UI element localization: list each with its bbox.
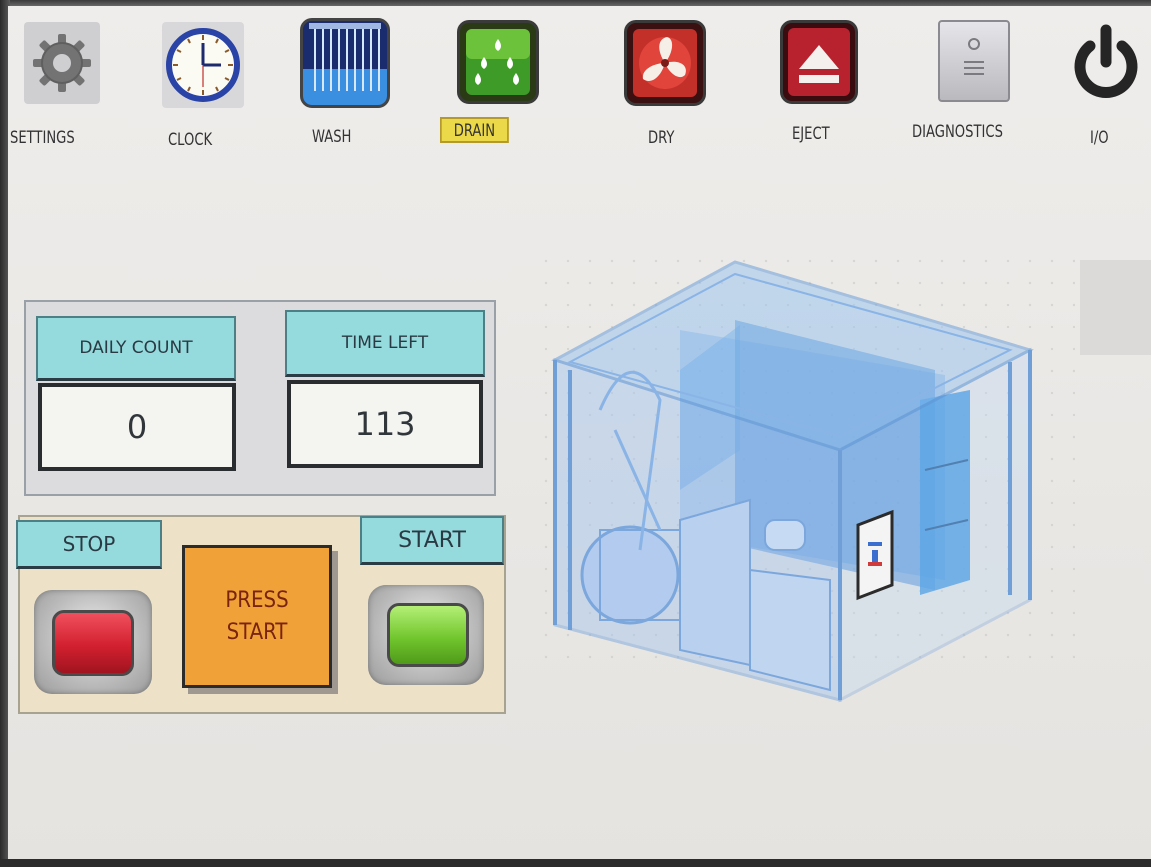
status-display: PRESS START xyxy=(182,545,332,688)
status-line-1: PRESS xyxy=(225,587,289,613)
power-label: I/O xyxy=(1090,128,1109,148)
eject-icon xyxy=(780,20,858,104)
machine-illustration xyxy=(551,260,1034,703)
gear-icon xyxy=(24,22,100,104)
daily-count-value: 0 xyxy=(38,383,236,471)
time-left-header: TIME LEFT xyxy=(285,310,485,377)
stop-button[interactable] xyxy=(52,610,134,676)
wash-icon xyxy=(300,18,390,108)
daily-count-header: DAILY COUNT xyxy=(36,316,236,381)
side-tab xyxy=(1080,260,1151,355)
settings-label: SETTINGS xyxy=(10,128,75,148)
drain-icon xyxy=(457,20,539,104)
drain-label: DRAIN xyxy=(440,117,509,143)
dry-label: DRY xyxy=(648,128,675,148)
time-left-value: 113 xyxy=(287,380,483,468)
clock-icon xyxy=(162,22,244,108)
diagnostics-icon xyxy=(938,20,1010,102)
eject-label: EJECT xyxy=(792,124,830,144)
fan-icon xyxy=(624,20,706,106)
stop-header: STOP xyxy=(16,520,162,569)
wash-label: WASH xyxy=(312,127,352,147)
bezel-bottom xyxy=(0,859,1151,867)
power-icon xyxy=(1066,22,1146,102)
start-button[interactable] xyxy=(387,603,469,667)
status-line-2: START xyxy=(226,619,288,645)
start-header: START xyxy=(360,516,504,565)
diagnostics-label: DIAGNOSTICS xyxy=(912,122,1003,142)
clock-label: CLOCK xyxy=(168,130,213,150)
